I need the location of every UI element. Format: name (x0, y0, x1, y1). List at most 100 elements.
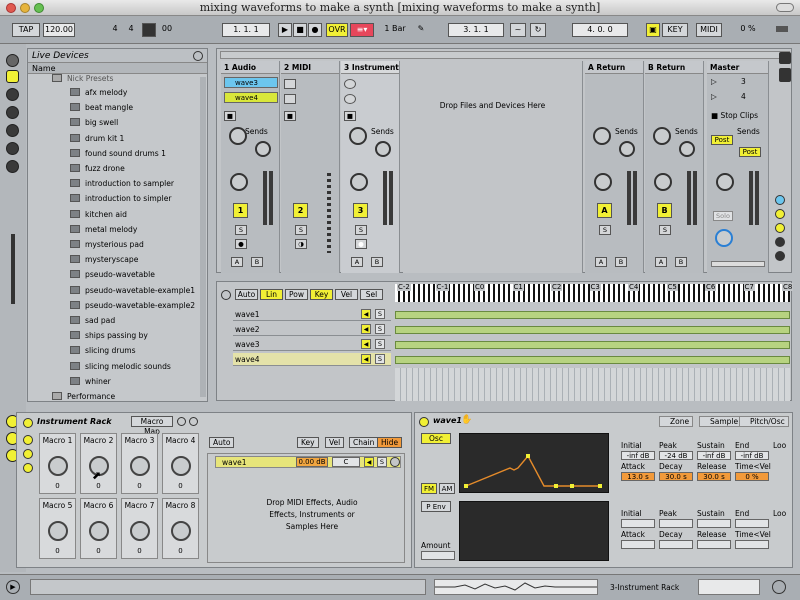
follow-button[interactable]: ≡▾ (350, 23, 374, 37)
key-map-button[interactable]: KEY (662, 23, 688, 37)
browser-folder[interactable]: Nick Presets (52, 71, 188, 86)
zone-solo[interactable]: S (375, 339, 385, 349)
rack-options-icon[interactable] (177, 417, 186, 426)
crossfade-b[interactable]: B (371, 257, 383, 267)
param-value[interactable]: 30.0 s (659, 472, 693, 481)
browser-item[interactable]: slicing drums (70, 343, 206, 358)
browser-item[interactable]: fuzz drone (70, 161, 206, 176)
clip-stop-button[interactable]: ■ (224, 111, 236, 121)
zone-toggle-icon[interactable] (221, 290, 231, 300)
minimize-icon[interactable] (20, 3, 30, 13)
crossfade-a[interactable]: A (655, 257, 667, 267)
pan-knob[interactable] (716, 173, 734, 191)
browser-item[interactable]: kitchen aid (70, 207, 206, 222)
clip-stop-button[interactable]: ■ (284, 111, 296, 121)
send-a-knob[interactable] (349, 127, 367, 145)
sampler-tab-zone[interactable]: Zone (659, 416, 694, 427)
param-value[interactable] (697, 540, 731, 549)
folder-1-icon[interactable] (6, 106, 19, 119)
return-activator-b[interactable]: B (657, 203, 672, 218)
macro-6[interactable]: Macro 6 0 (80, 498, 117, 559)
plugin-icon[interactable] (6, 88, 19, 101)
crossfade-b[interactable]: B (615, 257, 627, 267)
scene-overview-bar[interactable] (220, 51, 790, 59)
zone-solo[interactable]: S (375, 354, 385, 364)
send-a-knob[interactable] (653, 127, 671, 145)
sends-toggle-icon[interactable] (775, 209, 785, 219)
mixer-toggle-icon[interactable] (775, 237, 785, 247)
zone-mode-key[interactable]: Key (310, 289, 333, 300)
rack-power-icon[interactable] (23, 418, 33, 428)
zone-row[interactable]: wave4 ◀ S (233, 353, 391, 366)
macro-knob[interactable] (130, 456, 150, 476)
crossfader-toggle-icon[interactable] (775, 251, 785, 261)
clip-slot[interactable] (284, 94, 296, 104)
send-a-knob[interactable] (229, 127, 247, 145)
browser-item[interactable]: introduction to simpler (70, 191, 206, 206)
browser-scroll-handle[interactable] (11, 234, 15, 304)
speaker-icon[interactable]: ◀ (361, 354, 371, 364)
tempo-field[interactable]: 120.00 (43, 23, 75, 37)
crossfade-b[interactable]: B (675, 257, 687, 267)
chain-vel-button[interactable]: Vel (325, 437, 345, 448)
browser-toggle-icon[interactable] (6, 54, 19, 67)
clip-slot[interactable] (284, 79, 296, 89)
param-value[interactable] (621, 519, 655, 528)
midi-map-button[interactable]: MIDI (696, 23, 722, 37)
session-view-icon[interactable] (779, 68, 791, 82)
chain-key-button[interactable]: Key (297, 437, 319, 448)
zone-row[interactable]: wave2 ◀ S (233, 323, 391, 336)
chain-chain-button[interactable]: Chain (349, 437, 379, 448)
macro-4[interactable]: Macro 4 0 (162, 433, 199, 494)
browser-scrollbar[interactable] (200, 77, 206, 397)
pitch-envelope-display[interactable] (459, 501, 609, 561)
param-value[interactable] (659, 540, 693, 549)
close-icon[interactable] (6, 3, 16, 13)
envelope-display[interactable] (459, 433, 609, 493)
return-activator-a[interactable]: A (597, 203, 612, 218)
send-b-knob[interactable] (619, 141, 635, 157)
solo-button[interactable]: S (659, 225, 671, 235)
browser-item[interactable]: pseudo-wavetable-example2 (70, 298, 206, 313)
record-button[interactable]: ● (308, 23, 322, 37)
browser-item[interactable]: beat mangle (70, 100, 206, 115)
clip-slot[interactable] (344, 79, 356, 89)
zone-mode-vel[interactable]: Vel (335, 289, 358, 300)
macro-2[interactable]: Macro 2 0 (80, 433, 117, 494)
macro-knob[interactable] (48, 521, 68, 541)
macro-5[interactable]: Macro 5 0 (39, 498, 76, 559)
key-map-icon[interactable]: ▣ (646, 23, 660, 37)
time-sig-denominator[interactable]: 4 (124, 23, 138, 37)
send-b-knob[interactable] (375, 141, 391, 157)
show-chains-icon[interactable] (23, 449, 33, 459)
clip-stop-button[interactable]: ■ (344, 111, 356, 121)
drop-zone[interactable]: Drop Files and Devices Here (403, 61, 583, 273)
solo-button[interactable]: S (355, 225, 367, 235)
post-button[interactable]: Post (739, 147, 761, 157)
param-value[interactable]: -24 dB (659, 451, 693, 460)
macro-3[interactable]: Macro 3 0 (121, 433, 158, 494)
play-button[interactable]: ▶ (278, 23, 292, 37)
track-midi[interactable]: 2 MIDI ■ 2 S ◑ (281, 61, 340, 273)
loop-switch-icon[interactable]: ↻ (530, 23, 546, 37)
track-audio[interactable]: 1 Audio wave3 wave4 ■ Sends 1 S ● A B (221, 61, 280, 273)
zone-row[interactable]: wave1 ◀ S (233, 308, 391, 321)
crossfade-b[interactable]: B (251, 257, 263, 267)
track-instrument[interactable]: 3 Instrument ■ Sends 3 S ● A B (341, 61, 400, 273)
browser-item[interactable]: mysteryscape (70, 252, 206, 267)
returns-toggle-icon[interactable] (775, 223, 785, 233)
folder-2-icon[interactable] (6, 124, 19, 137)
param-value[interactable] (697, 519, 731, 528)
macro-knob[interactable] (48, 456, 68, 476)
crossfade-a[interactable]: A (231, 257, 243, 267)
param-value[interactable]: 13.0 s (621, 472, 655, 481)
track-name[interactable]: 1 Audio (221, 61, 279, 74)
am-button[interactable]: AM (439, 483, 455, 494)
osc-button[interactable]: Osc (421, 433, 451, 444)
metronome-value[interactable]: 00 (158, 23, 176, 37)
zone-mode-auto[interactable]: Auto (235, 289, 258, 300)
quantize-select[interactable]: 1 Bar (377, 23, 413, 37)
zone-row[interactable]: wave3 ◀ S (233, 338, 391, 351)
pan-knob[interactable] (654, 173, 672, 191)
param-value[interactable]: -inf dB (735, 451, 769, 460)
